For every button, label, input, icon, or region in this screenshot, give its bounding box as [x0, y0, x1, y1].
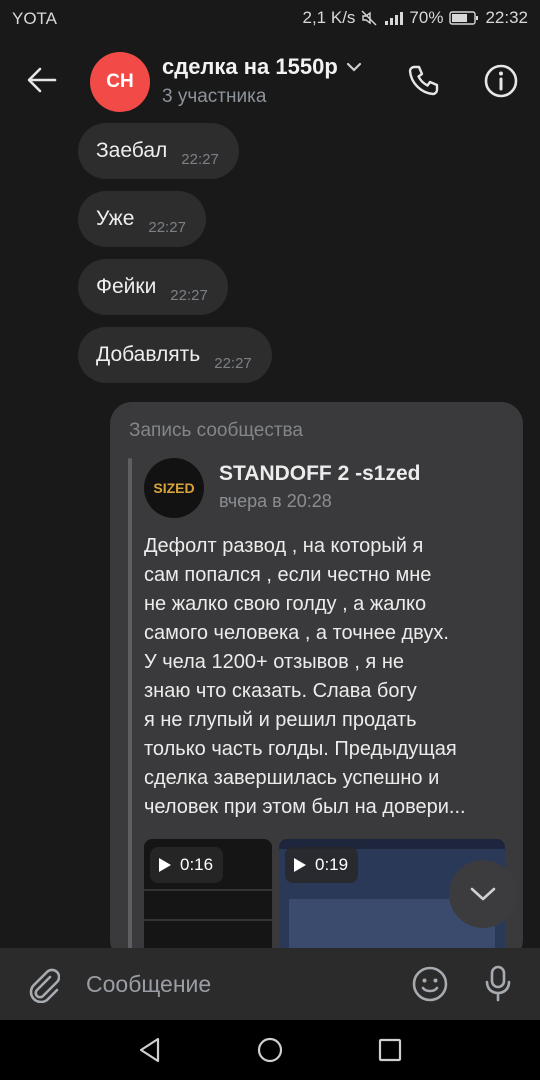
- chat-title-button[interactable]: сделка на 1550р: [162, 54, 362, 80]
- post-text-line: Дефолт развод , на который я: [144, 535, 424, 557]
- message-time: 22:27: [148, 218, 186, 236]
- message-time: 22:27: [181, 150, 219, 168]
- message-bubble[interactable]: Уже 22:27: [78, 191, 206, 247]
- post-text-line: только часть голды. Предыдущая: [144, 738, 457, 760]
- paperclip-icon: [29, 968, 60, 1003]
- mute-icon: [361, 10, 377, 26]
- network-speed: 2,1 K/s: [302, 8, 356, 27]
- system-navigation-bar: [0, 1020, 540, 1080]
- post-date: вчера в 20:28: [219, 491, 332, 511]
- square-recents-icon: [378, 1038, 402, 1062]
- nav-home-button[interactable]: [250, 1032, 290, 1068]
- video-thumbnail[interactable]: 0:16: [144, 839, 272, 959]
- message-text: Заебал: [96, 139, 168, 162]
- post-text-line: я не глупый и решил продать: [144, 709, 417, 731]
- nav-back-button[interactable]: [130, 1032, 170, 1068]
- post-header-label: Запись сообщества: [129, 420, 303, 441]
- video-preview-line: [144, 919, 272, 921]
- post-text-line: сделка завершилась успешно и: [144, 767, 440, 789]
- message-text: Фейки: [96, 275, 157, 298]
- emoji-button[interactable]: [407, 961, 453, 1007]
- carrier-name: YOTA: [12, 9, 58, 28]
- video-preview-line: [144, 889, 272, 891]
- post-text-line: человек при этом был на довери...: [144, 796, 466, 818]
- circle-home-icon: [257, 1037, 283, 1063]
- post-text-line: знаю что сказать. Слава богу: [144, 680, 417, 702]
- chevron-down-icon: [470, 887, 496, 901]
- play-icon: [159, 858, 171, 872]
- message-composer: [0, 948, 540, 1020]
- message-bubble[interactable]: Добавлять 22:27: [78, 327, 272, 383]
- community-avatar-logo: SIZED: [153, 480, 195, 496]
- post-text-line: У чела 1200+ отзывов , я не: [144, 651, 404, 673]
- scroll-to-bottom-button[interactable]: [449, 860, 517, 928]
- clock: 22:32: [485, 8, 528, 27]
- phone-icon: [408, 65, 439, 96]
- info-button[interactable]: [478, 58, 524, 104]
- quote-bar: [128, 458, 132, 962]
- community-name[interactable]: STANDOFF 2 -s1zed: [219, 462, 420, 486]
- post-text-line: самого человека , а точнее двух.: [144, 622, 449, 644]
- chat-member-count: 3 участника: [162, 86, 267, 107]
- voice-message-button[interactable]: [476, 961, 520, 1007]
- chevron-down-icon: [346, 62, 361, 72]
- message-text: Добавлять: [96, 343, 201, 366]
- video-duration: 0:16: [180, 855, 214, 874]
- chat-title: сделка на 1550р: [162, 54, 338, 79]
- microphone-icon: [485, 965, 511, 1002]
- chat-avatar[interactable]: СН: [90, 52, 150, 112]
- status-icons: 2,1 K/s 70% 22:32: [303, 8, 529, 28]
- arrow-left-icon: [27, 67, 57, 93]
- back-button[interactable]: [18, 58, 66, 102]
- community-avatar[interactable]: SIZED: [144, 458, 204, 518]
- message-time: 22:27: [170, 286, 208, 304]
- message-text: Уже: [96, 207, 135, 230]
- video-duration-badge: 0:19: [285, 847, 359, 883]
- post-text-line: не жалко свою голду , а жалко: [144, 593, 427, 615]
- post-text-line: сам попался , если честно мне: [144, 564, 432, 586]
- post-text[interactable]: Дефолт развод , на который я сам попался…: [144, 532, 514, 822]
- video-duration: 0:19: [315, 855, 349, 874]
- nav-recents-button[interactable]: [370, 1032, 410, 1068]
- battery-icon: [449, 10, 479, 26]
- signal-icon: [383, 10, 404, 26]
- chat-header: СН сделка на 1550р 3 участника: [0, 36, 540, 124]
- call-button[interactable]: [400, 58, 446, 104]
- smiley-icon: [412, 966, 448, 1002]
- info-icon: [484, 64, 518, 98]
- message-bubble[interactable]: Фейки 22:27: [78, 259, 228, 315]
- message-bubble[interactable]: Заебал 22:27: [78, 123, 239, 179]
- play-icon: [294, 858, 306, 872]
- message-input[interactable]: [86, 966, 386, 1002]
- battery-percent: 70%: [409, 8, 444, 27]
- video-duration-badge: 0:16: [150, 847, 224, 883]
- status-bar: YOTA 2,1 K/s 70% 22:32: [0, 0, 540, 36]
- message-time: 22:27: [214, 354, 252, 372]
- triangle-back-icon: [139, 1037, 160, 1063]
- attach-button[interactable]: [22, 962, 64, 1006]
